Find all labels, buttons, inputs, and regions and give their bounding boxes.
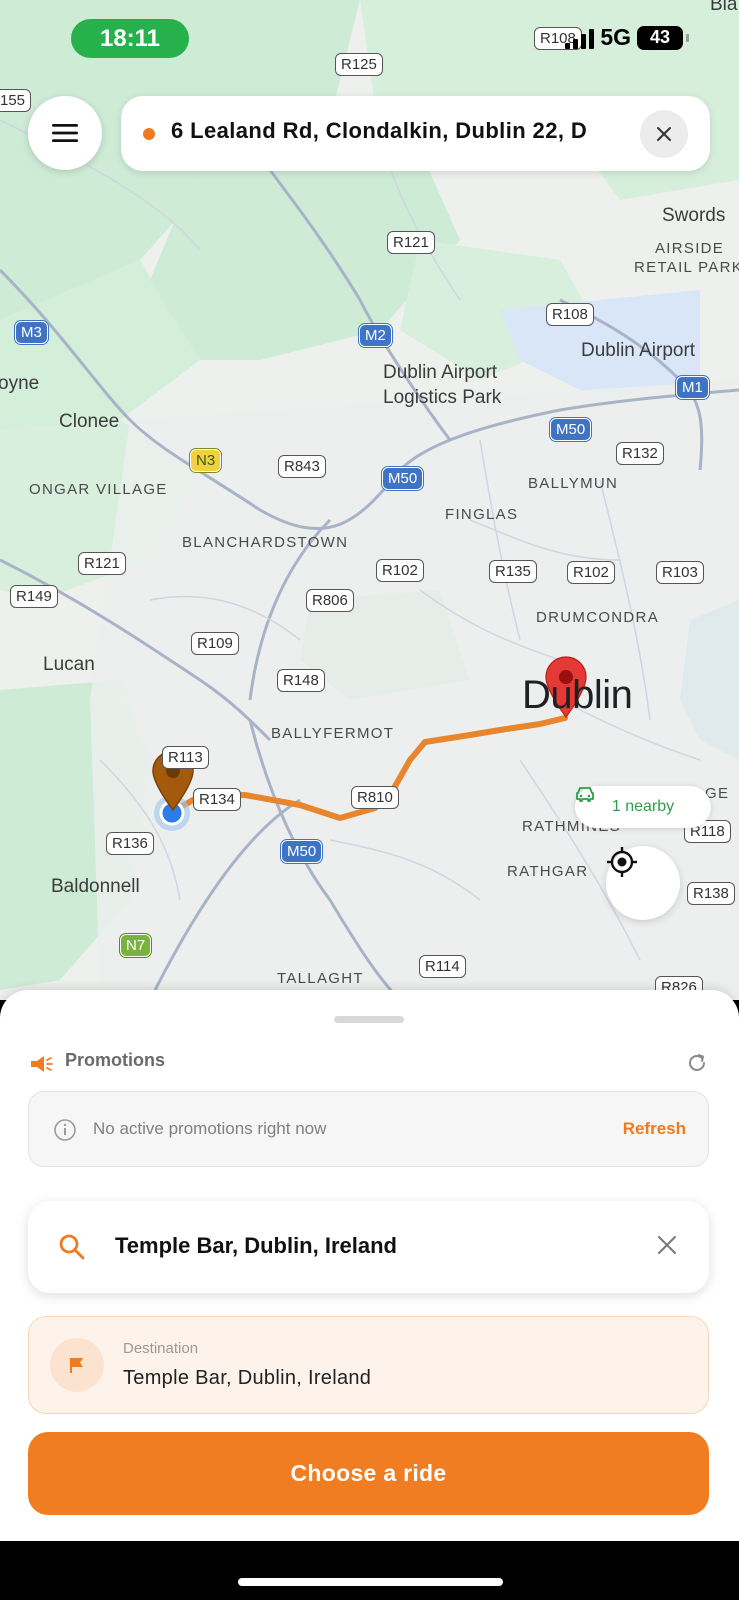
road-shield: R102 [376,559,424,582]
place-label: Swords [662,205,726,226]
megaphone-icon [31,1056,53,1072]
promotions-empty-message: No active promotions right now [93,1119,327,1138]
road-shield: R135 [489,560,537,583]
place-label: BALLYFERMOT [271,725,395,742]
place-label: AIRSIDE [655,240,725,257]
place-label: oyne [0,373,40,394]
road-shield: R810 [351,786,399,809]
place-label: ONGAR VILLAGE [29,481,168,498]
road-shield: R113 [162,746,209,769]
road-shield: N3 [190,449,222,472]
road-shield: R134 [193,788,241,811]
promotions-title: Promotions [65,1050,166,1070]
info-icon [54,1119,76,1141]
road-shield: R136 [106,832,154,855]
destination-card[interactable]: Destination Temple Bar, Dublin, Ireland [28,1316,709,1414]
place-label: RETAIL PARK [634,259,739,276]
road-shield: R108 [546,303,594,326]
destination-search-field[interactable]: Temple Bar, Dublin, Ireland [28,1201,709,1293]
clear-destination-icon[interactable] [657,1235,677,1255]
car-icon [576,787,594,802]
refresh-promotions-button[interactable]: Refresh [623,1119,686,1139]
pickup-address: 6 Lealand Rd, Clondalkin, Dublin 22, D [171,118,588,143]
road-shield: R138 [687,882,735,905]
road-shield: M50 [281,840,323,863]
place-label: BALLYMUN [528,475,619,492]
place-label: DRUMCONDRA [536,609,659,626]
battery-icon: 43 [637,25,689,50]
destination-name: Temple Bar, Dublin, Ireland [123,1367,372,1389]
place-label: Lucan [43,654,95,675]
battery-level: 43 [649,27,671,47]
my-location-button[interactable] [606,846,680,920]
flag-icon [50,1338,104,1392]
road-shield: R148 [277,669,325,692]
road-shield: R114 [419,955,466,978]
road-shield: R102 [567,561,615,584]
road-shield: R103 [656,561,704,584]
choose-ride-button[interactable]: Choose a ride [28,1432,709,1515]
clear-pickup-button[interactable] [640,110,688,158]
place-label: Clonee [59,411,120,432]
place-label: Dublin Airport [383,362,498,383]
road-shield: M3 [15,321,48,344]
pickup-dot-icon [143,128,155,140]
nearby-count: 1 nearby [611,798,675,815]
pickup-location-field[interactable]: 6 Lealand Rd, Clondalkin, Dublin 22, D [121,96,710,171]
place-label: Baldonnell [51,876,140,897]
road-shield: R109 [191,632,239,655]
road-shield: R125 [335,53,383,76]
place-label: BLANCHARDSTOWN [182,534,349,551]
road-shield: R121 [78,552,126,575]
place-label: Bla [710,0,738,15]
road-shield: R121 [387,231,435,254]
sheet-drag-handle[interactable] [334,1016,404,1023]
close-icon [657,127,671,141]
destination-search-value: Temple Bar, Dublin, Ireland [115,1233,397,1258]
road-shield: M1 [676,376,709,399]
search-icon [59,1234,85,1260]
home-indicator [238,1578,503,1586]
road-shield: M50 [382,467,424,490]
road-shield: R149 [10,585,58,608]
signal-icon [565,27,595,49]
place-label-dublin: Dublin [522,673,633,717]
network-type: 5G [600,24,631,50]
place-label: RATHGAR [507,863,589,880]
nearby-drivers-chip[interactable]: 1 nearby [575,786,711,828]
refresh-icon[interactable] [686,1052,708,1074]
destination-caption: Destination [123,1340,199,1357]
hamburger-icon [52,124,78,142]
status-indicators: 5G 43 [565,24,689,51]
place-label: Dublin Airport [581,340,696,361]
road-shield: M50 [550,418,592,441]
road-shield: N7 [120,934,152,957]
promotions-empty-state: No active promotions right now Refresh [28,1091,709,1167]
place-label: Logistics Park [383,387,502,408]
road-shield: M2 [359,324,392,347]
menu-button[interactable] [28,96,102,170]
place-label: FINGLAS [445,506,519,523]
crosshair-icon [607,847,637,877]
road-shield: 155 [0,89,32,112]
place-label: TALLAGHT [277,970,364,987]
road-shield: R843 [278,455,326,478]
road-shield: R806 [306,589,354,612]
status-time: 18:11 [71,19,189,58]
road-shield: R132 [616,442,664,465]
